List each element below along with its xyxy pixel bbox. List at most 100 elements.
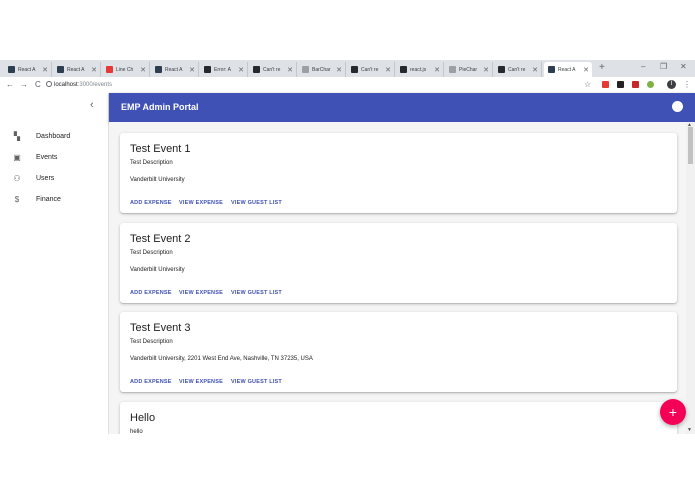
tab-favicon-icon [302, 66, 309, 73]
tab-favicon-icon [351, 66, 358, 73]
extension-icon[interactable] [617, 81, 624, 88]
event-title: Test Event 1 [130, 143, 191, 155]
account-circle-icon[interactable] [672, 101, 683, 112]
browser-tab[interactable]: Line Ch ✕ [102, 62, 150, 77]
event-title: Test Event 2 [130, 233, 191, 245]
browser-tab[interactable]: Can't re ✕ [249, 62, 297, 77]
scrollbar-thumb[interactable] [688, 127, 693, 164]
view-guest-list-button[interactable]: VIEW GUEST LIST [231, 379, 282, 385]
browser-tab[interactable]: Error: A ✕ [200, 62, 248, 77]
browser-tab[interactable]: Can't re ✕ [347, 62, 395, 77]
tab-close-icon[interactable]: ✕ [434, 66, 440, 74]
scroll-down-icon[interactable]: ▼ [687, 427, 692, 433]
people-icon: ⚇ [13, 173, 21, 183]
back-icon[interactable]: ← [6, 77, 14, 93]
tab-close-icon[interactable]: ✕ [42, 66, 48, 74]
add-event-button[interactable]: + [660, 399, 686, 425]
close-window-button[interactable]: ✕ [680, 62, 687, 71]
tab-favicon-icon [155, 66, 162, 73]
add-expense-button[interactable]: ADD EXPENSE [130, 200, 172, 206]
tab-label: Can't re [508, 66, 526, 73]
calendar-icon: ▣ [13, 152, 21, 162]
view-expense-button[interactable]: VIEW EXPENSE [179, 379, 223, 385]
browser-tab-strip: React A ✕ React A ✕ Line Ch ✕ React A ✕ Error: A… [0, 60, 695, 77]
browser-menu-icon[interactable]: ⋮ [683, 77, 691, 93]
tab-favicon-icon [204, 66, 211, 73]
tab-close-icon[interactable]: ✕ [287, 66, 293, 74]
tab-label: react.js [410, 66, 427, 73]
tab-close-icon[interactable]: ✕ [91, 66, 97, 74]
tab-favicon-icon [253, 66, 260, 73]
add-expense-button[interactable]: ADD EXPENSE [130, 379, 172, 385]
tab-label: Can't re [361, 66, 379, 73]
browser-tab[interactable]: React A ✕ [4, 62, 52, 77]
page-title: EMP Admin Portal [121, 102, 199, 112]
tab-favicon-icon [106, 66, 113, 73]
browser-toolbar: ← → C localhost:3000/events ☆ I ⋮ [0, 77, 695, 94]
scrollbar[interactable] [686, 122, 695, 434]
address-bar[interactable]: localhost:3000/events [54, 78, 112, 92]
tab-favicon-icon [449, 66, 456, 73]
event-card: Hello hello [120, 402, 677, 434]
dashboard-icon: ▚ [13, 131, 21, 141]
tab-close-icon[interactable]: ✕ [140, 66, 146, 74]
tab-close-icon[interactable]: ✕ [238, 66, 244, 74]
tab-favicon-icon [400, 66, 407, 73]
event-description: hello [130, 429, 143, 434]
tab-close-icon[interactable]: ✕ [532, 66, 538, 74]
sidebar-item-users[interactable]: ⚇ Users [0, 168, 108, 188]
extension-icon[interactable] [602, 81, 609, 88]
tab-label: Can't re [263, 66, 281, 73]
sidebar-item-finance[interactable]: $ Finance [0, 189, 108, 209]
browser-tab[interactable]: Can't re ✕ [494, 62, 542, 77]
event-description: Test Description [130, 339, 173, 345]
extension-icon[interactable] [632, 81, 639, 88]
sidebar: ‹ ▚ Dashboard ▣ Events ⚇ Users $ Finance [0, 93, 109, 434]
add-expense-button[interactable]: ADD EXPENSE [130, 290, 172, 296]
view-expense-button[interactable]: VIEW EXPENSE [179, 200, 223, 206]
view-guest-list-button[interactable]: VIEW GUEST LIST [231, 200, 282, 206]
browser-tab[interactable]: PieChar ✕ [445, 62, 493, 77]
tab-label: React A [67, 66, 85, 73]
url-host: localhost [54, 82, 78, 88]
forward-icon[interactable]: → [20, 77, 28, 93]
event-card: Test Event 2 Test Description Vanderbilt… [120, 223, 677, 303]
collapse-sidebar-icon[interactable]: ‹ [90, 99, 94, 111]
browser-tab[interactable]: React A ✕ [53, 62, 101, 77]
tab-close-icon[interactable]: ✕ [385, 66, 391, 74]
tab-label: Error: A [214, 66, 231, 73]
browser-tab[interactable]: React A ✕ [544, 62, 592, 77]
sidebar-item-label: Dashboard [36, 132, 71, 140]
tab-favicon-icon [57, 66, 64, 73]
extension-icon[interactable] [647, 81, 654, 88]
maximize-button[interactable]: ❐ [660, 62, 667, 71]
browser-tab[interactable]: BarChar ✕ [298, 62, 346, 77]
event-card: Test Event 1 Test Description Vanderbilt… [120, 133, 677, 213]
sidebar-item-dashboard[interactable]: ▚ Dashboard [0, 126, 108, 146]
browser-tab[interactable]: React A ✕ [151, 62, 199, 77]
new-tab-button[interactable]: + [599, 62, 605, 73]
minimize-button[interactable]: – [641, 62, 645, 71]
sidebar-item-label: Events [36, 153, 58, 161]
tab-close-icon[interactable]: ✕ [336, 66, 342, 74]
reload-icon[interactable]: C [35, 77, 41, 93]
browser-tab[interactable]: react.js ✕ [396, 62, 444, 77]
profile-avatar[interactable]: I [667, 80, 676, 89]
tab-favicon-icon [548, 66, 555, 73]
tab-label: React A [18, 66, 36, 73]
tab-label: React A [558, 66, 576, 73]
tab-close-icon[interactable]: ✕ [583, 66, 589, 74]
tab-close-icon[interactable]: ✕ [483, 66, 489, 74]
event-title: Hello [130, 412, 156, 424]
bookmark-star-icon[interactable]: ☆ [584, 77, 591, 93]
info-icon[interactable] [46, 81, 52, 87]
scroll-up-icon[interactable]: ▲ [687, 122, 692, 128]
view-guest-list-button[interactable]: VIEW GUEST LIST [231, 290, 282, 296]
tab-favicon-icon [498, 66, 505, 73]
sidebar-item-events[interactable]: ▣ Events [0, 147, 108, 167]
event-description: Test Description [130, 250, 173, 256]
tab-close-icon[interactable]: ✕ [189, 66, 195, 74]
tab-label: Line Ch [116, 66, 134, 73]
tab-label: PieChar [459, 66, 478, 73]
view-expense-button[interactable]: VIEW EXPENSE [179, 290, 223, 296]
